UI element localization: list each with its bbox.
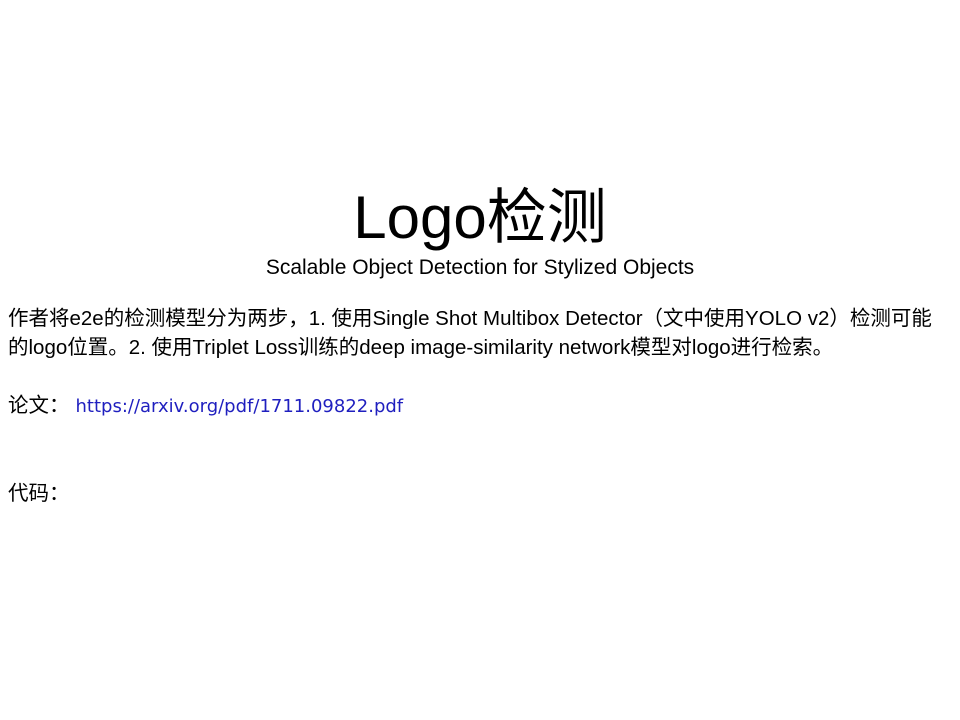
slide: Logo检测 Scalable Object Detection for Sty… <box>0 0 960 720</box>
slide-title: Logo检测 <box>353 184 607 251</box>
description-paragraph: 作者将e2e的检测模型分为两步，1. 使用Single Shot Multibo… <box>8 307 932 359</box>
paper-line: 论文： https://arxiv.org/pdf/1711.09822.pdf <box>8 391 952 421</box>
code-line: 代码： <box>8 479 952 508</box>
paper-label: 论文： <box>8 394 70 417</box>
paper-link[interactable]: https://arxiv.org/pdf/1711.09822.pdf <box>76 396 404 417</box>
code-label: 代码： <box>8 482 70 505</box>
slide-subtitle: Scalable Object Detection for Stylized O… <box>265 256 695 279</box>
slide-body: 作者将e2e的检测模型分为两步，1. 使用Single Shot Multibo… <box>8 304 952 508</box>
